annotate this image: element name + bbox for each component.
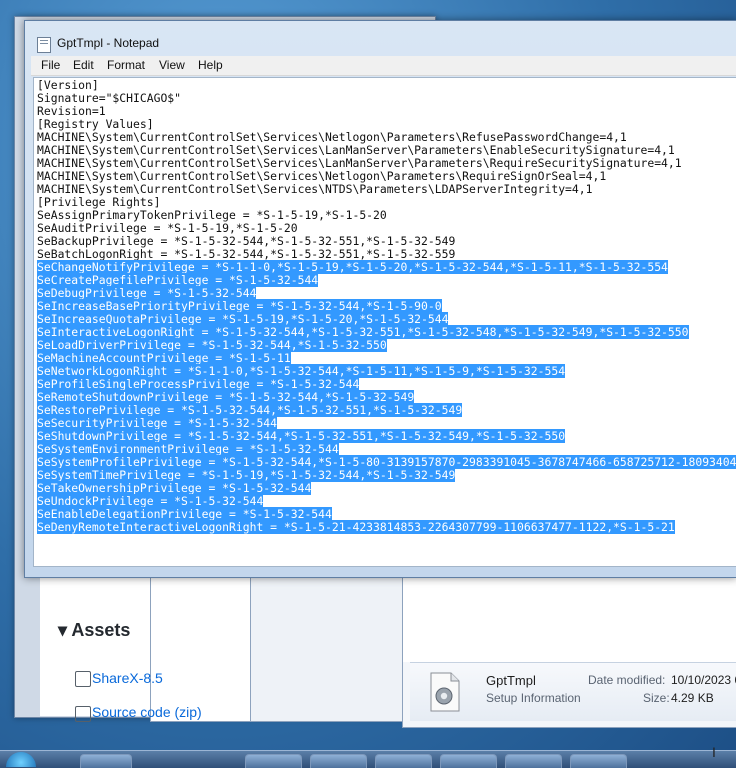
selected-text: SeDebugPrivilege = *S-1-5-32-544 (37, 286, 257, 300)
line-text: MACHINE\System\CurrentControlSet\Service… (37, 143, 675, 157)
notepad-icon (37, 37, 51, 53)
taskbar-button[interactable] (375, 754, 432, 768)
selected-text: SeProfileSingleProcessPrivilege = *S-1-5… (37, 377, 360, 391)
line-text: MACHINE\System\CurrentControlSet\Service… (37, 182, 593, 196)
selected-text: SeShutdownPrivilege = *S-1-5-32-544,*S-1… (37, 429, 566, 443)
line-text: Revision=1 (37, 104, 106, 118)
menu-help[interactable]: Help (198, 58, 223, 72)
selected-text: SeEnableDelegationPrivilege = *S-1-5-32-… (37, 507, 332, 521)
text-line: SeDenyRemoteInteractiveLogonRight = *S-1… (37, 520, 736, 534)
selected-text: SeTakeOwnershipPrivilege = *S-1-5-32-544 (37, 481, 312, 495)
taskbar-button[interactable] (505, 754, 562, 768)
taskbar-button[interactable] (80, 754, 132, 768)
selected-text: SeCreatePagefilePrivilege = *S-1-5-32-54… (37, 273, 319, 287)
menu-edit[interactable]: Edit (73, 58, 94, 72)
package-icon (75, 671, 91, 687)
selected-text: SeSystemProfilePrivilege = *S-1-5-32-544… (37, 455, 736, 469)
selected-text: SeChangeNotifyPrivilege = *S-1-1-0,*S-1-… (37, 260, 668, 274)
line-text: MACHINE\System\CurrentControlSet\Service… (37, 130, 627, 144)
window-title: GptTmpl - Notepad (57, 36, 160, 50)
zip-icon (75, 706, 91, 722)
line-text: MACHINE\System\CurrentControlSet\Service… (37, 169, 607, 183)
selected-text: SeRemoteShutdownPrivilege = *S-1-5-32-54… (37, 390, 415, 404)
selected-text: SeRestorePrivilege = *S-1-5-32-544,*S-1-… (37, 403, 463, 417)
text-cursor-icon: I (712, 744, 716, 760)
line-text: MACHINE\System\CurrentControlSet\Service… (37, 156, 682, 170)
line-text: SeAssignPrimaryTokenPrivilege = *S-1-5-1… (37, 208, 387, 222)
line-text: SeBackupPrivilege = *S-1-5-32-544,*S-1-5… (37, 234, 456, 248)
selected-text: SeSystemTimePrivilege = *S-1-5-19,*S-1-5… (37, 468, 456, 482)
line-text: [Privilege Rights] (37, 195, 161, 209)
details-size-label: Size: (643, 691, 670, 705)
taskbar-button[interactable] (245, 754, 302, 768)
selected-text: SeSystemEnvironmentPrivilege = *S-1-5-32… (37, 442, 339, 456)
selected-text: SeLoadDriverPrivilege = *S-1-5-32-544,*S… (37, 338, 387, 352)
text-line (37, 534, 736, 547)
selected-text: SeIncreaseBasePriorityPrivilege = *S-1-5… (37, 299, 442, 313)
details-file-name: GptTmpl (486, 673, 536, 688)
editor-text: [Version] Signature="$CHICAGO$" Revision=1… (37, 79, 736, 547)
line-text: SeBatchLogonRight = *S-1-5-32-544,*S-1-5… (37, 247, 456, 261)
selected-text: SeNetworkLogonRight = *S-1-1-0,*S-1-5-32… (37, 364, 566, 378)
text-editor[interactable]: [Version] Signature="$CHICAGO$" Revision=1… (33, 77, 736, 567)
selected-text: SeIncreaseQuotaPrivilege = *S-1-5-19,*S-… (37, 312, 449, 326)
selected-text: SeDenyRemoteInteractiveLogonRight = *S-1… (37, 520, 675, 534)
asset-link-installer[interactable]: ShareX-8.5 (92, 670, 163, 686)
text-line: Signature="$CHICAGO$" (37, 92, 736, 105)
details-modified-label: Date modified: (588, 673, 666, 687)
asset-link-source[interactable]: Source code (zip) (92, 704, 202, 720)
menu-bar: File Edit Format View Help (31, 56, 736, 76)
assets-heading[interactable]: ▾ Assets (58, 620, 130, 641)
line-text: [Registry Values] (37, 117, 154, 131)
selected-text: SeInteractiveLogonRight = *S-1-5-32-544,… (37, 325, 689, 339)
menu-file[interactable]: File (41, 58, 60, 72)
details-size-value: 4.29 KB (671, 691, 714, 705)
selected-text: SeSecurityPrivilege = *S-1-5-32-544 (37, 416, 278, 430)
taskbar-button[interactable] (310, 754, 367, 768)
line-text: SeAuditPrivilege = *S-1-5-19,*S-1-5-20 (37, 221, 298, 235)
assets-heading-label: Assets (71, 620, 131, 640)
details-file-type: Setup Information (486, 691, 581, 705)
taskbar-button[interactable] (570, 754, 627, 768)
line-text: Signature="$CHICAGO$" (37, 91, 182, 105)
details-modified-value: 10/10/2023 6 (671, 673, 736, 687)
selected-text: SeMachineAccountPrivilege = *S-1-5-11 (37, 351, 291, 365)
menu-format[interactable]: Format (107, 58, 145, 72)
background-window-2 (250, 570, 412, 722)
taskbar-button[interactable] (440, 754, 497, 768)
menu-view[interactable]: View (159, 58, 185, 72)
line-text: [Version] (37, 78, 99, 92)
setup-info-file-icon (430, 672, 460, 712)
notepad-window: GptTmpl - Notepad File Edit Format View … (24, 20, 736, 578)
selected-text: SeUndockPrivilege = *S-1-5-32-544 (37, 494, 264, 508)
